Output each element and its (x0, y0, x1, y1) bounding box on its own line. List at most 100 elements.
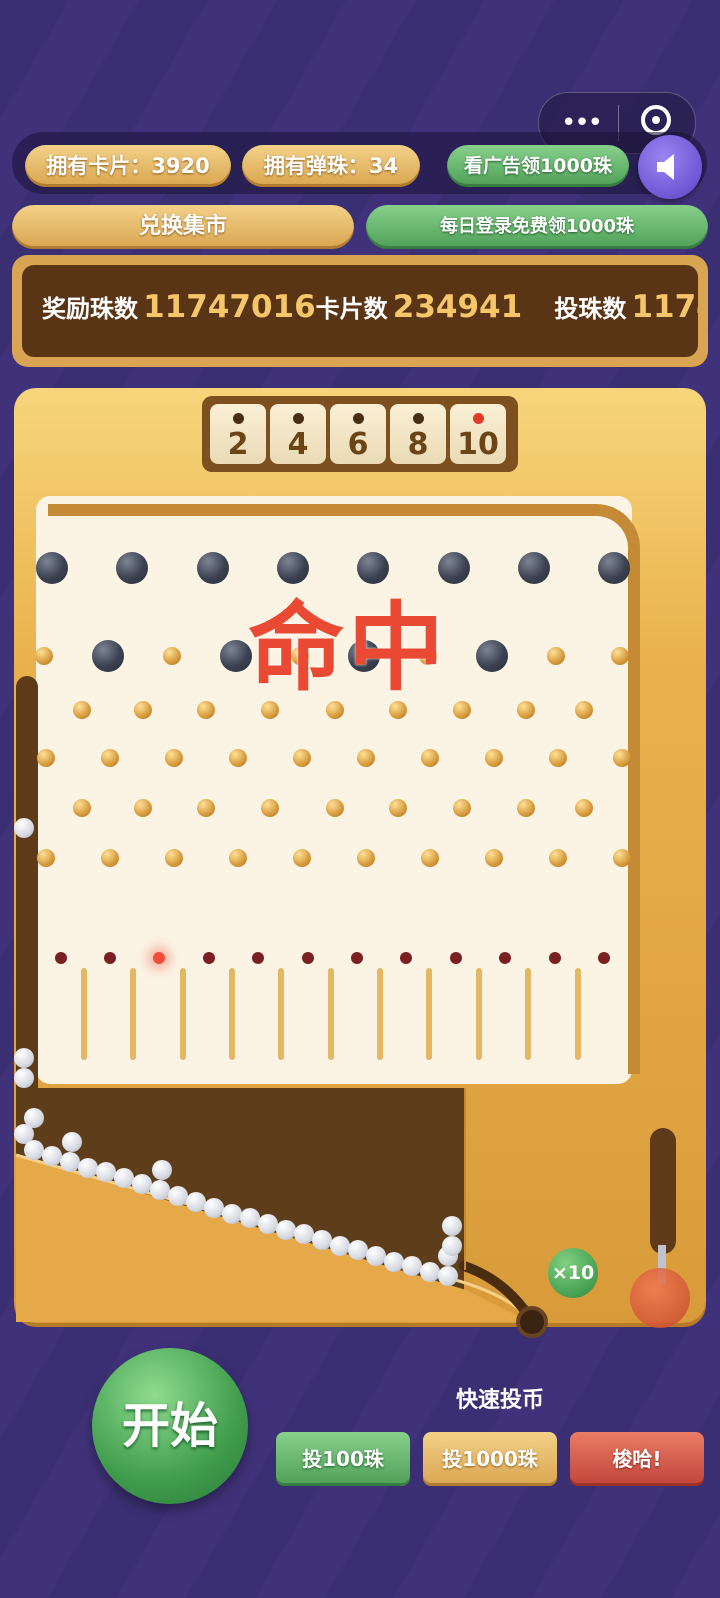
small-peg (229, 749, 247, 767)
indicator-dot (302, 952, 314, 964)
marble (402, 1256, 422, 1276)
marble (14, 1068, 34, 1088)
small-peg (517, 799, 535, 817)
small-peg (37, 849, 55, 867)
marble (330, 1236, 350, 1256)
bet-100-button[interactable]: 投100珠 (276, 1432, 410, 1486)
bumper-peg (598, 552, 630, 584)
small-peg (163, 647, 181, 665)
bin-divider (180, 968, 186, 1060)
marble (78, 1158, 98, 1178)
small-peg (485, 849, 503, 867)
reservoir-ramp (15, 1088, 535, 1323)
marble (60, 1152, 80, 1172)
marble (186, 1192, 206, 1212)
indicator-dot (55, 952, 67, 964)
marble (420, 1262, 440, 1282)
marble (204, 1198, 224, 1218)
small-peg (613, 849, 631, 867)
drain-hole (516, 1306, 548, 1338)
small-peg (485, 749, 503, 767)
bumper-peg (36, 552, 68, 584)
bin-divider (377, 968, 383, 1060)
small-peg (293, 749, 311, 767)
small-peg (134, 799, 152, 817)
launcher-knob[interactable] (630, 1268, 690, 1328)
marble (240, 1208, 260, 1228)
bumper-peg (476, 640, 508, 672)
small-peg (575, 701, 593, 719)
hit-banner: 命中 (248, 592, 448, 704)
small-peg (389, 799, 407, 817)
bin-divider (130, 968, 136, 1060)
small-peg (549, 849, 567, 867)
bin-divider (81, 968, 87, 1060)
marble (222, 1204, 242, 1224)
marble (442, 1216, 462, 1236)
bin-divider (328, 968, 334, 1060)
small-peg (357, 749, 375, 767)
marble (150, 1180, 170, 1200)
small-peg (453, 701, 471, 719)
active-indicator-dot (153, 952, 165, 964)
bumper-peg (116, 552, 148, 584)
marble (96, 1162, 116, 1182)
indicator-dot (203, 952, 215, 964)
bumper-peg (518, 552, 550, 584)
marble (258, 1214, 278, 1234)
marble (438, 1266, 458, 1286)
small-peg (453, 799, 471, 817)
bumper-peg (197, 552, 229, 584)
marble (294, 1224, 314, 1244)
bin-divider (476, 968, 482, 1060)
small-peg (165, 749, 183, 767)
start-button[interactable]: 开始 (92, 1348, 248, 1504)
small-peg (613, 749, 631, 767)
marble (132, 1174, 152, 1194)
small-peg (35, 647, 53, 665)
bin-divider (426, 968, 432, 1060)
marble (168, 1186, 188, 1206)
marble (348, 1240, 368, 1260)
marble (442, 1236, 462, 1256)
small-peg (517, 701, 535, 719)
indicator-dot (549, 952, 561, 964)
marble (24, 1140, 44, 1160)
small-peg (101, 749, 119, 767)
marble (42, 1146, 62, 1166)
marble (312, 1230, 332, 1250)
indicator-dot (400, 952, 412, 964)
small-peg (547, 647, 565, 665)
all-in-button[interactable]: 梭哈! (570, 1432, 704, 1486)
small-peg (165, 849, 183, 867)
bet-1000-button[interactable]: 投1000珠 (423, 1432, 557, 1486)
marble (14, 818, 34, 838)
marble (114, 1168, 134, 1188)
small-peg (611, 647, 629, 665)
small-peg (101, 849, 119, 867)
small-peg (421, 849, 439, 867)
small-peg (293, 849, 311, 867)
small-peg (261, 799, 279, 817)
indicator-dot (104, 952, 116, 964)
bumper-peg (92, 640, 124, 672)
marble (384, 1252, 404, 1272)
multiplier-badge: ×10 (548, 1248, 598, 1298)
small-peg (229, 849, 247, 867)
small-peg (421, 749, 439, 767)
small-peg (73, 799, 91, 817)
bin-divider (229, 968, 235, 1060)
indicator-dot (450, 952, 462, 964)
bin-divider (575, 968, 581, 1060)
small-peg (575, 799, 593, 817)
small-peg (197, 799, 215, 817)
small-peg (357, 849, 375, 867)
marble (62, 1132, 82, 1152)
small-peg (197, 701, 215, 719)
launcher-track (650, 1128, 676, 1254)
bin-divider (525, 968, 531, 1060)
marble (366, 1246, 386, 1266)
indicator-dot (351, 952, 363, 964)
indicator-dot (499, 952, 511, 964)
marble (152, 1160, 172, 1180)
